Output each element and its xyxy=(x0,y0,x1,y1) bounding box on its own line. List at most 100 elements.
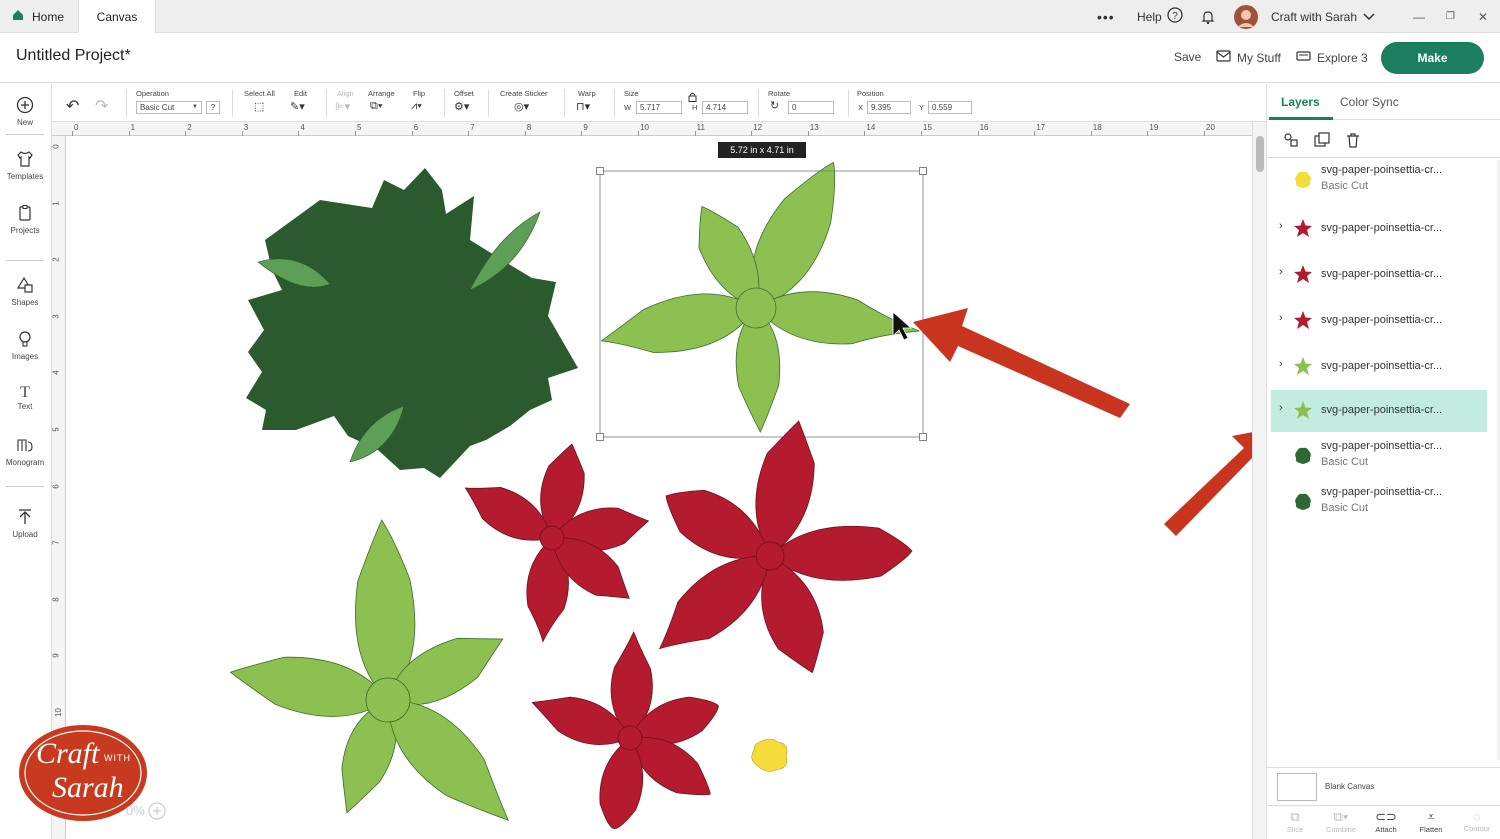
ruler-tick-label: 4 xyxy=(51,370,61,376)
width-input[interactable]: 5.717 xyxy=(636,101,682,114)
divider xyxy=(326,89,327,117)
red-poinsettia-small[interactable] xyxy=(525,631,725,832)
flatten-button[interactable]: ⩡ Flatten xyxy=(1411,809,1451,834)
tab-home-label: Home xyxy=(32,9,65,24)
layer-row[interactable]: › svg-paper-poinsettia-cr... xyxy=(1271,346,1487,388)
blank-canvas-row[interactable]: Blank Canvas xyxy=(1267,767,1500,805)
account-menu[interactable]: Craft with Sarah xyxy=(1271,0,1375,33)
trash-icon[interactable] xyxy=(1345,132,1361,153)
my-stuff-button[interactable]: My Stuff xyxy=(1216,50,1281,65)
create-sticker-label: Create Sticker xyxy=(500,89,548,98)
height-label: H xyxy=(692,103,698,112)
restore-icon[interactable]: ❐ xyxy=(1446,0,1455,33)
flip-label: Flip xyxy=(413,89,426,98)
operation-select[interactable]: Basic Cut ▼ xyxy=(136,101,202,114)
flip-icon[interactable]: ⩘▾ xyxy=(411,100,422,113)
layer-row[interactable]: › svg-paper-poinsettia-cr... xyxy=(1271,254,1487,296)
design-canvas[interactable] xyxy=(66,136,1252,839)
warp-icon[interactable]: ⊓▾ xyxy=(576,100,590,113)
vertical-scrollbar[interactable] xyxy=(1252,122,1266,839)
undo-icon[interactable]: ↶ xyxy=(66,96,79,116)
mail-icon xyxy=(1216,50,1231,65)
rotate-input[interactable]: 0 xyxy=(788,101,834,114)
sticker-icon[interactable]: ◎▾ xyxy=(514,100,529,113)
attach-button[interactable]: ⊂⊃ Attach xyxy=(1366,809,1406,834)
select-all-icon[interactable]: ⬚ xyxy=(254,100,264,113)
chevron-right-icon[interactable]: › xyxy=(1279,402,1283,414)
operation-help-button[interactable]: ? xyxy=(206,101,220,114)
layer-row[interactable]: › svg-paper-poinsettia-cr... xyxy=(1271,390,1487,432)
shapes-tool[interactable]: Shapes xyxy=(0,276,50,307)
minimize-icon[interactable]: — xyxy=(1413,0,1425,33)
slice-label: Slice xyxy=(1286,825,1304,834)
pencil-icon[interactable]: ✎▾ xyxy=(290,100,305,113)
help-button[interactable]: Help ? xyxy=(1137,0,1183,33)
selected-light-green-poinsettia[interactable] xyxy=(596,148,927,441)
dark-green-holly-leaves[interactable] xyxy=(246,168,578,478)
layer-operation: Basic Cut xyxy=(1321,456,1369,468)
x-position-input[interactable]: 9.395 xyxy=(867,101,911,114)
logo-text-with: WITH xyxy=(104,753,131,763)
ruler-tick-label: 2 xyxy=(187,123,192,132)
slice-button[interactable]: ⧉ Slice xyxy=(1275,809,1315,834)
arrange-icon[interactable]: ⧉▾ xyxy=(370,100,382,113)
red-poinsettia-large[interactable] xyxy=(642,415,913,681)
offset-icon[interactable]: ⚙▾ xyxy=(454,100,469,113)
red-poinsettia[interactable] xyxy=(455,440,652,644)
layer-row[interactable]: › svg-paper-poinsettia-cr... xyxy=(1271,300,1487,342)
shapes-label: Shapes xyxy=(11,298,39,307)
height-value: 4.714 xyxy=(706,103,727,112)
tab-color-sync[interactable]: Color Sync xyxy=(1340,95,1399,109)
ruler-tick-label: 8 xyxy=(51,597,61,602)
ruler-tick-label: 10 xyxy=(53,708,63,717)
tab-canvas[interactable]: Canvas xyxy=(78,0,156,33)
chevron-right-icon[interactable]: › xyxy=(1279,358,1283,370)
avatar[interactable] xyxy=(1234,0,1258,33)
layer-row[interactable]: svg-paper-poinsettia-cr... Basic Cut xyxy=(1271,436,1487,478)
zoom-in-icon[interactable] xyxy=(148,802,166,825)
tab-home[interactable]: Home xyxy=(0,0,78,33)
layer-row[interactable]: › svg-paper-poinsettia-cr... xyxy=(1271,208,1487,250)
chevron-right-icon[interactable]: › xyxy=(1279,220,1283,232)
make-button[interactable]: Make xyxy=(1381,42,1484,74)
text-label: Text xyxy=(17,402,33,411)
contour-button[interactable]: ◌ Contour xyxy=(1457,809,1497,833)
monogram-tool[interactable]: Monogram xyxy=(0,436,50,467)
ruler-tick-label: 10 xyxy=(640,123,649,132)
group-icon[interactable] xyxy=(1283,132,1299,153)
ruler-tick-label: 8 xyxy=(526,123,532,132)
duplicate-icon[interactable] xyxy=(1314,132,1330,153)
layer-operation: Basic Cut xyxy=(1321,180,1369,192)
more-menu-button[interactable]: ••• xyxy=(1097,0,1115,33)
layer-row[interactable]: svg-paper-poinsettia-cr... Basic Cut xyxy=(1271,482,1487,524)
height-input[interactable]: 4.714 xyxy=(702,101,748,114)
scrollbar-thumb[interactable] xyxy=(1256,136,1264,172)
ruler-tick-label: 7 xyxy=(470,123,475,132)
machine-button[interactable]: Explore 3 xyxy=(1296,50,1368,65)
combine-label: Combine xyxy=(1325,825,1356,834)
width-label: W xyxy=(624,103,632,112)
save-button[interactable]: Save xyxy=(1174,50,1201,64)
light-green-poinsettia[interactable] xyxy=(226,519,530,839)
bell-icon[interactable] xyxy=(1200,0,1216,33)
divider xyxy=(488,89,489,117)
new-tool[interactable]: New xyxy=(0,96,50,127)
images-tool[interactable]: Images xyxy=(0,330,50,361)
redo-icon[interactable]: ↷ xyxy=(95,96,108,116)
templates-tool[interactable]: Templates xyxy=(0,150,50,181)
tab-layers[interactable]: Layers xyxy=(1281,95,1320,109)
chevron-right-icon[interactable]: › xyxy=(1279,266,1283,278)
chevron-right-icon[interactable]: › xyxy=(1279,312,1283,324)
close-icon[interactable]: ✕ xyxy=(1478,0,1488,33)
layer-row[interactable]: svg-paper-poinsettia-cr... Basic Cut xyxy=(1271,160,1487,202)
y-position-input[interactable]: 0.559 xyxy=(928,101,972,114)
project-title[interactable]: Untitled Project* xyxy=(16,47,131,65)
size-tooltip: 5.72 in x 4.71 in xyxy=(718,142,806,158)
upload-tool[interactable]: Upload xyxy=(0,508,50,539)
yellow-flower-center[interactable] xyxy=(751,738,788,772)
combine-button[interactable]: ⧉▾ Combine xyxy=(1321,809,1361,834)
align-icon[interactable]: ⊫▾ xyxy=(335,100,350,113)
text-tool[interactable]: T Text xyxy=(0,384,50,411)
ruler-tick-label: 13 xyxy=(809,123,819,132)
projects-tool[interactable]: Projects xyxy=(0,204,50,235)
